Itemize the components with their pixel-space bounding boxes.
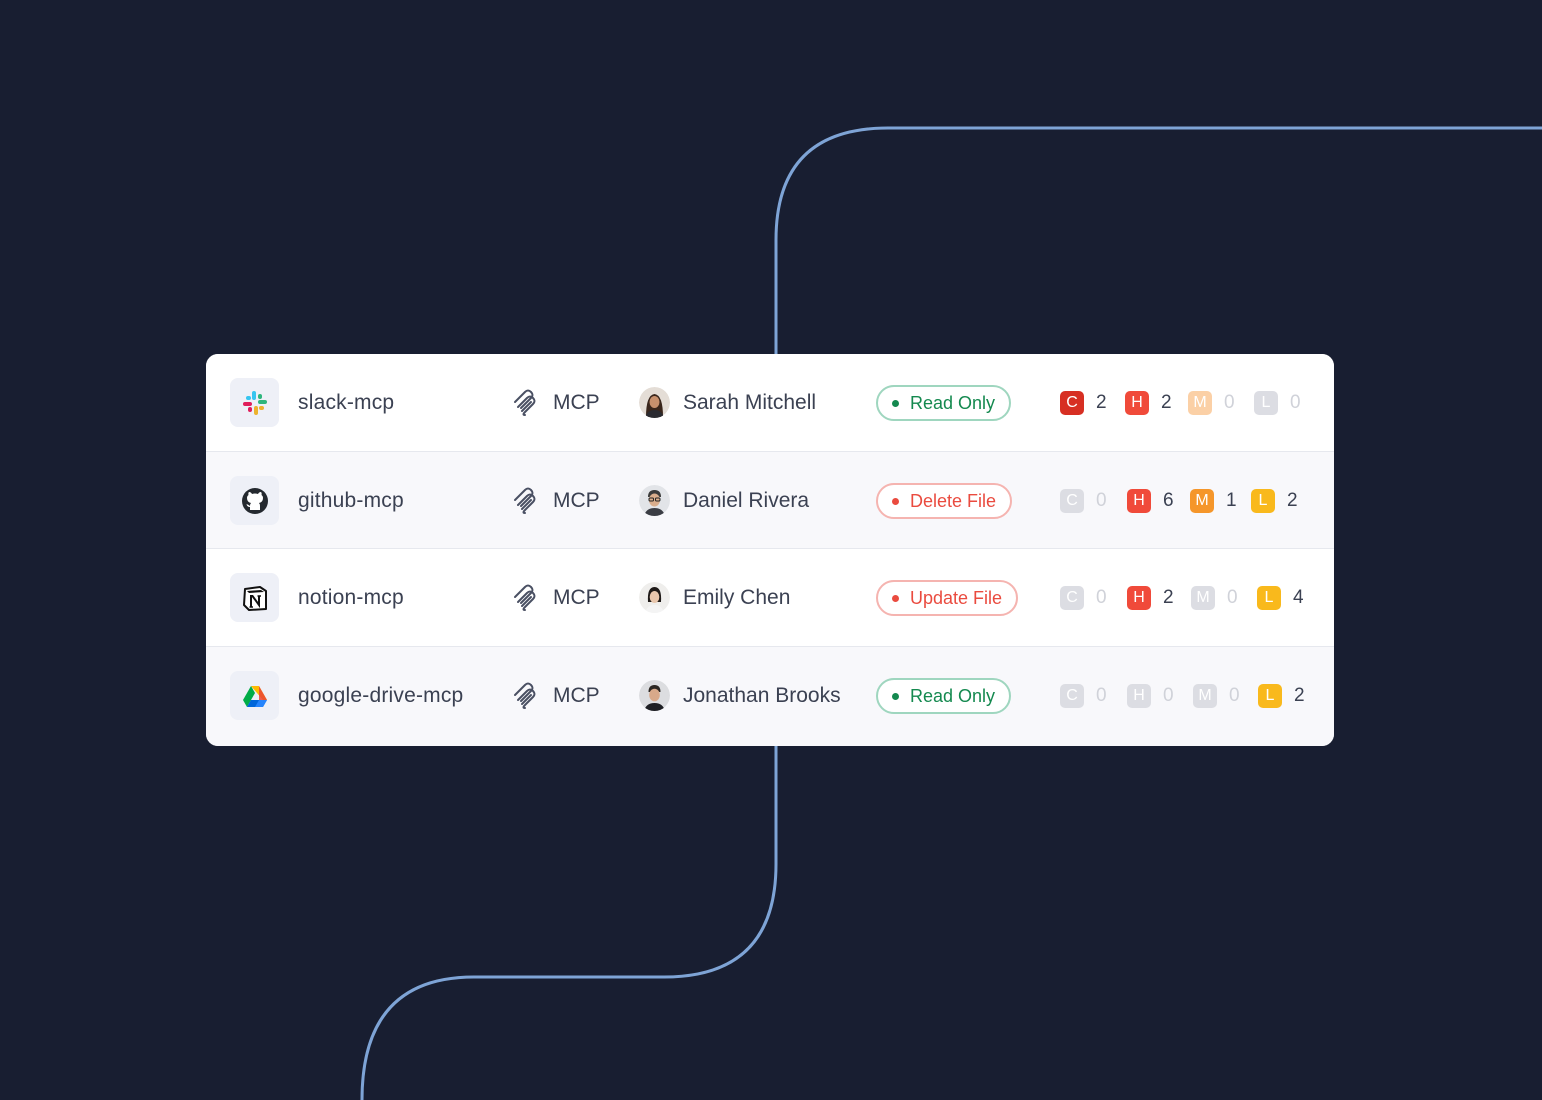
severity-low: L 2 (1258, 647, 1305, 744)
github-icon (230, 476, 279, 525)
low-badge: L (1257, 585, 1281, 610)
mcp-icon (514, 487, 536, 514)
avatar (639, 387, 670, 418)
low-count: 4 (1293, 586, 1304, 608)
user-name: Sarah Mitchell (683, 390, 817, 414)
medium-badge: M (1190, 488, 1214, 513)
high-count: 2 (1161, 391, 1172, 413)
critical-count: 2 (1096, 391, 1107, 413)
app-name[interactable]: google-drive-mcp (298, 647, 463, 744)
high-count: 0 (1163, 684, 1174, 706)
low-count: 2 (1294, 684, 1305, 706)
slack-icon (230, 378, 279, 427)
medium-badge: M (1188, 390, 1212, 415)
mcp-icon (514, 584, 536, 611)
medium-count: 0 (1224, 391, 1235, 413)
mcp-icon (514, 682, 536, 709)
critical-count: 0 (1096, 489, 1107, 511)
high-badge: H (1125, 390, 1149, 415)
avatar (639, 680, 670, 711)
type-label: MCP (553, 390, 600, 414)
status-dot (892, 497, 899, 505)
permission-label: Update File (910, 587, 1003, 608)
severity-medium: M 0 (1191, 549, 1238, 646)
table-row[interactable]: slack-mcp MCP Sarah Mitchell Read Only C… (206, 354, 1334, 451)
avatar (639, 485, 670, 516)
severity-low: L 2 (1251, 452, 1298, 549)
high-badge: H (1127, 585, 1151, 610)
table-row[interactable]: google-drive-mcp MCP Jonathan Brooks Rea… (206, 647, 1334, 746)
table-row[interactable]: notion-mcp MCP Emily Chen Update File C … (206, 549, 1334, 646)
severity-high: H 0 (1127, 647, 1174, 744)
notion-icon (230, 573, 279, 622)
status-dot (892, 594, 899, 602)
app-name[interactable]: github-mcp (298, 452, 404, 549)
status-dot (892, 399, 899, 407)
severity-medium: M 0 (1188, 354, 1235, 451)
severity-low: L 0 (1254, 354, 1301, 451)
severity-high: H 6 (1127, 452, 1174, 549)
high-badge: H (1127, 683, 1151, 708)
medium-count: 0 (1229, 684, 1240, 706)
avatar (639, 582, 670, 613)
integrations-table: slack-mcp MCP Sarah Mitchell Read Only C… (206, 354, 1334, 746)
permission-badge: Read Only (876, 678, 1012, 714)
user-name: Emily Chen (683, 585, 791, 609)
app-name[interactable]: notion-mcp (298, 549, 404, 646)
low-badge: L (1251, 488, 1275, 513)
high-count: 6 (1163, 489, 1174, 511)
severity-medium: M 0 (1193, 647, 1240, 744)
google-drive-icon (230, 671, 279, 720)
low-badge: L (1258, 683, 1282, 708)
table-row[interactable]: github-mcp MCP Daniel Rivera Delete File… (206, 452, 1334, 549)
user-name: Daniel Rivera (683, 488, 810, 512)
medium-badge: M (1193, 683, 1217, 708)
low-count: 0 (1290, 391, 1301, 413)
type-label: MCP (553, 488, 600, 512)
permission-badge: Read Only (876, 385, 1012, 421)
user-name: Jonathan Brooks (683, 683, 841, 707)
status-dot (892, 692, 899, 700)
severity-critical: C 0 (1060, 549, 1107, 646)
app-name[interactable]: slack-mcp (298, 354, 394, 451)
critical-count: 0 (1096, 586, 1107, 608)
low-count: 2 (1287, 489, 1298, 511)
severity-high: H 2 (1125, 354, 1172, 451)
low-badge: L (1254, 390, 1278, 415)
high-count: 2 (1163, 586, 1174, 608)
critical-badge: C (1060, 390, 1084, 415)
medium-badge: M (1191, 585, 1215, 610)
critical-count: 0 (1096, 684, 1107, 706)
mcp-icon (514, 389, 536, 416)
critical-badge: C (1060, 585, 1084, 610)
high-badge: H (1127, 488, 1151, 513)
permission-label: Delete File (910, 490, 997, 511)
severity-critical: C 0 (1060, 452, 1107, 549)
permission-badge: Delete File (876, 483, 1013, 519)
severity-critical: C 2 (1060, 354, 1107, 451)
permission-badge: Update File (876, 580, 1019, 616)
permission-label: Read Only (910, 685, 996, 706)
medium-count: 1 (1226, 489, 1237, 511)
type-label: MCP (553, 585, 600, 609)
severity-medium: M 1 (1190, 452, 1237, 549)
critical-badge: C (1060, 488, 1084, 513)
type-label: MCP (553, 683, 600, 707)
permission-label: Read Only (910, 392, 996, 413)
critical-badge: C (1060, 683, 1084, 708)
severity-low: L 4 (1257, 549, 1304, 646)
severity-critical: C 0 (1060, 647, 1107, 744)
medium-count: 0 (1227, 586, 1238, 608)
severity-high: H 2 (1127, 549, 1174, 646)
